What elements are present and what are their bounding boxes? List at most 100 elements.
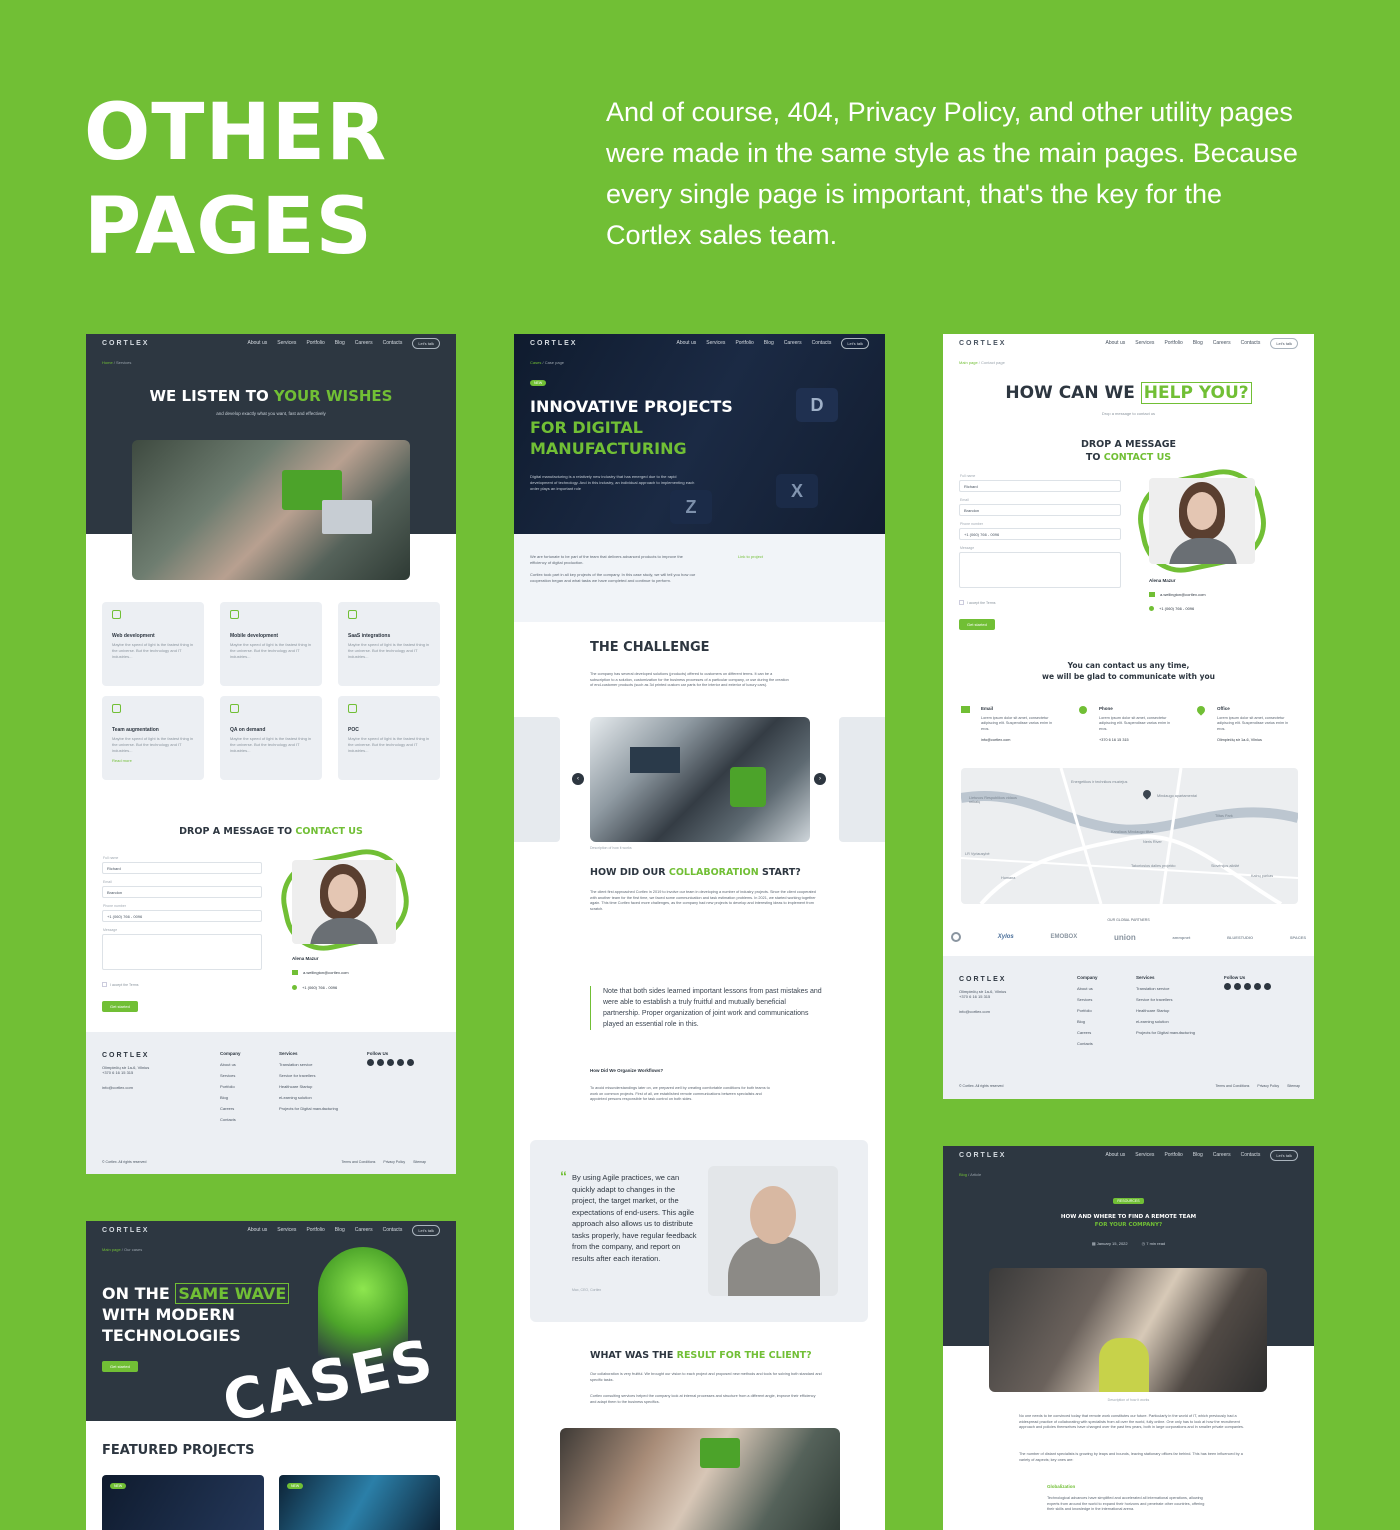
privacy-link[interactable]: Privacy Policy: [1257, 1084, 1279, 1088]
read-more-link[interactable]: Read more: [112, 758, 194, 763]
nav-portfolio[interactable]: Portfolio: [306, 340, 324, 346]
nav-careers[interactable]: Careers: [355, 340, 373, 346]
map[interactable]: Neris River Mindaugo apartamentai Karali…: [961, 768, 1298, 904]
crumb-home[interactable]: Main page: [102, 1247, 121, 1252]
submit-button[interactable]: Get started: [102, 1001, 138, 1012]
nav-about[interactable]: About us: [248, 1227, 268, 1233]
carousel-next-button[interactable]: ›: [814, 773, 826, 785]
phone-value[interactable]: +370 6 16 15 315: [1099, 738, 1179, 744]
sitemap-link[interactable]: Sitemap: [1287, 1084, 1300, 1088]
instagram-icon[interactable]: [1264, 983, 1271, 990]
nav-blog[interactable]: Blog: [335, 1227, 345, 1233]
twitter-icon[interactable]: [377, 1059, 384, 1066]
nav-blog[interactable]: Blog: [1193, 1152, 1203, 1158]
lets-talk-button[interactable]: Let's talk: [1270, 337, 1298, 349]
youtube-icon[interactable]: [397, 1059, 404, 1066]
nav-portfolio[interactable]: Portfolio: [735, 340, 753, 346]
footer-link[interactable]: Translation service: [279, 1059, 338, 1070]
nav-careers[interactable]: Careers: [784, 340, 802, 346]
nav-portfolio[interactable]: Portfolio: [306, 1227, 324, 1233]
lets-talk-button[interactable]: Let's talk: [412, 1224, 440, 1236]
nav-blog[interactable]: Blog: [335, 340, 345, 346]
message-field[interactable]: Message: [959, 546, 1121, 588]
footer-link[interactable]: Careers: [220, 1103, 241, 1114]
footer-link[interactable]: Translation service: [1136, 983, 1195, 994]
terms-link[interactable]: Terms and Conditions: [1216, 1084, 1250, 1088]
sitemap-link[interactable]: Sitemap: [413, 1160, 426, 1164]
twitter-icon[interactable]: [1234, 983, 1241, 990]
email-field[interactable]: Email Brandon: [102, 880, 262, 898]
nav-services[interactable]: Services: [1135, 1152, 1154, 1158]
phone-field[interactable]: Phone number +1 (060) 766 - 0096: [959, 522, 1121, 540]
linkedin-icon[interactable]: [1244, 983, 1251, 990]
nav-portfolio[interactable]: Portfolio: [1164, 340, 1182, 346]
person-phone[interactable]: +1 (060) 766 - 0096: [292, 985, 337, 990]
nav-logo[interactable]: CORTLEX: [959, 340, 1006, 347]
footer-link[interactable]: Healthcare Startup: [279, 1081, 338, 1092]
footer-link[interactable]: Projects for Digital manufacturing: [279, 1103, 338, 1114]
service-tile-saas[interactable]: SaaS integrations Maybe the speed of lig…: [338, 602, 440, 686]
nav-blog[interactable]: Blog: [764, 340, 774, 346]
nav-about[interactable]: About us: [248, 340, 268, 346]
footer-link[interactable]: Portfolio: [220, 1081, 241, 1092]
footer-link[interactable]: About us: [1077, 983, 1098, 994]
nav-logo[interactable]: CORTLEX: [530, 340, 577, 347]
nav-careers[interactable]: Careers: [355, 1227, 373, 1233]
footer-link[interactable]: About us: [220, 1059, 241, 1070]
footer-link[interactable]: Service for travellers: [279, 1070, 338, 1081]
facebook-icon[interactable]: [367, 1059, 374, 1066]
nav-about[interactable]: About us: [1106, 1152, 1126, 1158]
email-field[interactable]: Email Brandon: [959, 498, 1121, 516]
nav-blog[interactable]: Blog: [1193, 340, 1203, 346]
nav-contacts[interactable]: Contacts: [383, 1227, 403, 1233]
terms-checkbox[interactable]: I accept the Terms: [102, 982, 262, 987]
privacy-link[interactable]: Privacy Policy: [383, 1160, 405, 1164]
footer-email[interactable]: info@cortlex.com: [102, 1085, 440, 1090]
footer-link[interactable]: Services: [220, 1070, 241, 1081]
nav-contacts[interactable]: Contacts: [1241, 340, 1261, 346]
lets-talk-button[interactable]: Let's talk: [412, 337, 440, 349]
service-tile-web[interactable]: Web development Maybe the speed of light…: [102, 602, 204, 686]
name-field[interactable]: Full name Richard: [959, 474, 1121, 492]
crumb-home[interactable]: Main page: [959, 360, 978, 365]
footer-link[interactable]: Contacts: [220, 1114, 241, 1125]
crumb-home[interactable]: Blog: [959, 1172, 967, 1177]
nav-services[interactable]: Services: [277, 1227, 296, 1233]
nav-about[interactable]: About us: [1106, 340, 1126, 346]
linkedin-icon[interactable]: [387, 1059, 394, 1066]
nav-services[interactable]: Services: [706, 340, 725, 346]
person-email[interactable]: a.wellington@cortlex.com: [292, 970, 349, 975]
youtube-icon[interactable]: [1254, 983, 1261, 990]
message-field[interactable]: Message: [102, 928, 262, 970]
nav-about[interactable]: About us: [677, 340, 697, 346]
featured-project-1[interactable]: NEW: [102, 1475, 264, 1530]
nav-portfolio[interactable]: Portfolio: [1164, 1152, 1182, 1158]
service-tile-poc[interactable]: POC Maybe the speed of light is the fast…: [338, 696, 440, 780]
nav-careers[interactable]: Careers: [1213, 1152, 1231, 1158]
submit-button[interactable]: Get started: [959, 619, 995, 630]
link-to-project[interactable]: Link to project: [738, 554, 763, 560]
footer-link[interactable]: Contacts: [1077, 1038, 1098, 1049]
facebook-icon[interactable]: [1224, 983, 1231, 990]
person-email[interactable]: a.wellington@cortlex.com: [1149, 592, 1206, 597]
footer-email[interactable]: info@cortlex.com: [959, 1009, 1298, 1014]
crumb-home[interactable]: Cases: [530, 360, 541, 365]
service-tile-mobile[interactable]: Mobile development Maybe the speed of li…: [220, 602, 322, 686]
nav-careers[interactable]: Careers: [1213, 340, 1231, 346]
crumb-home[interactable]: Home: [102, 360, 113, 365]
get-started-button[interactable]: Get started: [102, 1361, 138, 1372]
footer-link[interactable]: Blog: [220, 1092, 241, 1103]
footer-link[interactable]: Service for travellers: [1136, 994, 1195, 1005]
featured-project-2[interactable]: NEW: [279, 1475, 440, 1530]
service-tile-team[interactable]: Team augmentation Maybe the speed of lig…: [102, 696, 204, 780]
email-value[interactable]: info@cortlex.com: [981, 738, 1061, 744]
footer-link[interactable]: Services: [1077, 994, 1098, 1005]
footer-link[interactable]: Blog: [1077, 1016, 1098, 1027]
nav-contacts[interactable]: Contacts: [383, 340, 403, 346]
terms-checkbox[interactable]: I accept the Terms: [959, 600, 1121, 605]
footer-link[interactable]: eLearning solution: [279, 1092, 338, 1103]
nav-contacts[interactable]: Contacts: [812, 340, 832, 346]
phone-field[interactable]: Phone number +1 (060) 766 - 0096: [102, 904, 262, 922]
footer-link[interactable]: eLearning solution: [1136, 1016, 1195, 1027]
service-tile-qa[interactable]: QA on demand Maybe the speed of light is…: [220, 696, 322, 780]
